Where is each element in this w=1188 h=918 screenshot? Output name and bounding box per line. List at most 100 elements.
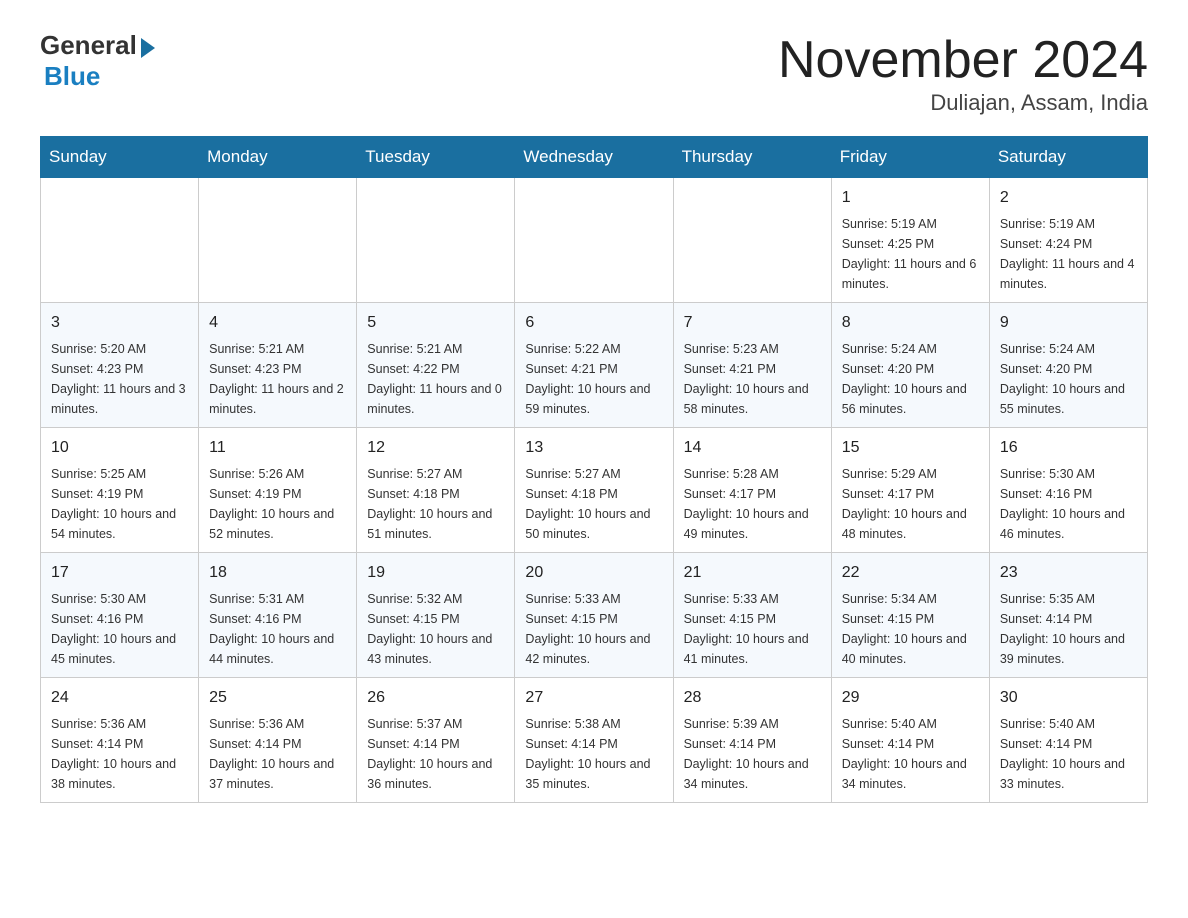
day-number: 9: [1000, 311, 1137, 335]
day-info: Sunrise: 5:25 AM Sunset: 4:19 PM Dayligh…: [51, 464, 188, 544]
day-info: Sunrise: 5:37 AM Sunset: 4:14 PM Dayligh…: [367, 714, 504, 794]
calendar-cell: 2Sunrise: 5:19 AM Sunset: 4:24 PM Daylig…: [989, 178, 1147, 303]
day-info: Sunrise: 5:29 AM Sunset: 4:17 PM Dayligh…: [842, 464, 979, 544]
day-info: Sunrise: 5:24 AM Sunset: 4:20 PM Dayligh…: [842, 339, 979, 419]
day-info: Sunrise: 5:34 AM Sunset: 4:15 PM Dayligh…: [842, 589, 979, 669]
day-info: Sunrise: 5:33 AM Sunset: 4:15 PM Dayligh…: [525, 589, 662, 669]
day-number: 21: [684, 561, 821, 585]
calendar-cell: 17 Sunrise: 5:30 AM Sunset: 4:16 PM Dayli…: [41, 553, 199, 678]
logo-arrow-icon: [141, 38, 155, 58]
calendar-cell: 29 Sunrise: 5:40 AM Sunset: 4:14 PM Dayli…: [831, 678, 989, 803]
day-info: Sunrise: 5:35 AM Sunset: 4:14 PM Dayligh…: [1000, 589, 1137, 669]
day-number: 14: [684, 436, 821, 460]
day-number: 28: [684, 686, 821, 710]
calendar-cell: 11Sunrise: 5:26 AM Sunset: 4:19 PM Dayli…: [199, 428, 357, 553]
day-info: Sunrise: 5:36 AM Sunset: 4:14 PM Dayligh…: [51, 714, 188, 794]
calendar-cell: 18 Sunrise: 5:31 AM Sunset: 4:16 PM Dayli…: [199, 553, 357, 678]
calendar-cell: 14 Sunrise: 5:28 AM Sunset: 4:17 PM Dayli…: [673, 428, 831, 553]
day-number: 17: [51, 561, 188, 585]
calendar-cell: 28 Sunrise: 5:39 AM Sunset: 4:14 PM Dayli…: [673, 678, 831, 803]
calendar-week-row: 17 Sunrise: 5:30 AM Sunset: 4:16 PM Dayli…: [41, 553, 1148, 678]
day-number: 11: [209, 436, 346, 460]
calendar-cell: 23 Sunrise: 5:35 AM Sunset: 4:14 PM Dayli…: [989, 553, 1147, 678]
day-number: 10: [51, 436, 188, 460]
day-info: Sunrise: 5:30 AM Sunset: 4:16 PM Dayligh…: [1000, 464, 1137, 544]
day-of-week-header-saturday: Saturday: [989, 137, 1147, 178]
day-number: 29: [842, 686, 979, 710]
day-info: Sunrise: 5:19 AM Sunset: 4:24 PM Dayligh…: [1000, 214, 1137, 294]
calendar-cell: [515, 178, 673, 303]
calendar-cell: 6 Sunrise: 5:22 AM Sunset: 4:21 PM Daylig…: [515, 303, 673, 428]
calendar-cell: 26Sunrise: 5:37 AM Sunset: 4:14 PM Dayli…: [357, 678, 515, 803]
day-info: Sunrise: 5:19 AM Sunset: 4:25 PM Dayligh…: [842, 214, 979, 294]
calendar-cell: [673, 178, 831, 303]
day-info: Sunrise: 5:38 AM Sunset: 4:14 PM Dayligh…: [525, 714, 662, 794]
calendar-cell: 5Sunrise: 5:21 AM Sunset: 4:22 PM Daylig…: [357, 303, 515, 428]
location-subtitle: Duliajan, Assam, India: [778, 90, 1148, 116]
day-number: 18: [209, 561, 346, 585]
calendar-week-row: 3 Sunrise: 5:20 AM Sunset: 4:23 PM Daylig…: [41, 303, 1148, 428]
logo: General Blue: [40, 30, 155, 92]
calendar-cell: 21Sunrise: 5:33 AM Sunset: 4:15 PM Dayli…: [673, 553, 831, 678]
day-number: 19: [367, 561, 504, 585]
calendar-cell: 3 Sunrise: 5:20 AM Sunset: 4:23 PM Daylig…: [41, 303, 199, 428]
day-of-week-header-tuesday: Tuesday: [357, 137, 515, 178]
day-number: 1: [842, 186, 979, 210]
day-info: Sunrise: 5:32 AM Sunset: 4:15 PM Dayligh…: [367, 589, 504, 669]
calendar-cell: 25 Sunrise: 5:36 AM Sunset: 4:14 PM Dayli…: [199, 678, 357, 803]
day-info: Sunrise: 5:40 AM Sunset: 4:14 PM Dayligh…: [842, 714, 979, 794]
day-info: Sunrise: 5:31 AM Sunset: 4:16 PM Dayligh…: [209, 589, 346, 669]
calendar-cell: [199, 178, 357, 303]
day-info: Sunrise: 5:23 AM Sunset: 4:21 PM Dayligh…: [684, 339, 821, 419]
calendar-cell: 1 Sunrise: 5:19 AM Sunset: 4:25 PM Daylig…: [831, 178, 989, 303]
day-info: Sunrise: 5:22 AM Sunset: 4:21 PM Dayligh…: [525, 339, 662, 419]
logo-blue-text: Blue: [40, 61, 155, 92]
day-of-week-header-thursday: Thursday: [673, 137, 831, 178]
day-info: Sunrise: 5:39 AM Sunset: 4:14 PM Dayligh…: [684, 714, 821, 794]
calendar-cell: [41, 178, 199, 303]
calendar-cell: 9 Sunrise: 5:24 AM Sunset: 4:20 PM Daylig…: [989, 303, 1147, 428]
title-block: November 2024 Duliajan, Assam, India: [778, 30, 1148, 116]
day-number: 23: [1000, 561, 1137, 585]
calendar-cell: 16 Sunrise: 5:30 AM Sunset: 4:16 PM Dayli…: [989, 428, 1147, 553]
day-info: Sunrise: 5:21 AM Sunset: 4:23 PM Dayligh…: [209, 339, 346, 419]
day-number: 16: [1000, 436, 1137, 460]
calendar-header-row: SundayMondayTuesdayWednesdayThursdayFrid…: [41, 137, 1148, 178]
day-number: 27: [525, 686, 662, 710]
day-info: Sunrise: 5:24 AM Sunset: 4:20 PM Dayligh…: [1000, 339, 1137, 419]
day-of-week-header-friday: Friday: [831, 137, 989, 178]
page-header: General Blue November 2024 Duliajan, Ass…: [40, 30, 1148, 116]
calendar-cell: 20Sunrise: 5:33 AM Sunset: 4:15 PM Dayli…: [515, 553, 673, 678]
day-number: 30: [1000, 686, 1137, 710]
day-number: 6: [525, 311, 662, 335]
day-number: 25: [209, 686, 346, 710]
calendar-cell: 4 Sunrise: 5:21 AM Sunset: 4:23 PM Daylig…: [199, 303, 357, 428]
day-number: 7: [684, 311, 821, 335]
calendar-cell: 24Sunrise: 5:36 AM Sunset: 4:14 PM Dayli…: [41, 678, 199, 803]
calendar-week-row: 1 Sunrise: 5:19 AM Sunset: 4:25 PM Daylig…: [41, 178, 1148, 303]
day-info: Sunrise: 5:20 AM Sunset: 4:23 PM Dayligh…: [51, 339, 188, 419]
day-info: Sunrise: 5:30 AM Sunset: 4:16 PM Dayligh…: [51, 589, 188, 669]
calendar-cell: [357, 178, 515, 303]
day-number: 4: [209, 311, 346, 335]
calendar-cell: 19 Sunrise: 5:32 AM Sunset: 4:15 PM Dayli…: [357, 553, 515, 678]
day-info: Sunrise: 5:40 AM Sunset: 4:14 PM Dayligh…: [1000, 714, 1137, 794]
day-number: 8: [842, 311, 979, 335]
day-info: Sunrise: 5:27 AM Sunset: 4:18 PM Dayligh…: [367, 464, 504, 544]
calendar-table: SundayMondayTuesdayWednesdayThursdayFrid…: [40, 136, 1148, 803]
day-number: 3: [51, 311, 188, 335]
calendar-week-row: 24Sunrise: 5:36 AM Sunset: 4:14 PM Dayli…: [41, 678, 1148, 803]
day-info: Sunrise: 5:36 AM Sunset: 4:14 PM Dayligh…: [209, 714, 346, 794]
day-of-week-header-sunday: Sunday: [41, 137, 199, 178]
calendar-cell: 15 Sunrise: 5:29 AM Sunset: 4:17 PM Dayli…: [831, 428, 989, 553]
day-info: Sunrise: 5:27 AM Sunset: 4:18 PM Dayligh…: [525, 464, 662, 544]
day-number: 15: [842, 436, 979, 460]
calendar-cell: 30 Sunrise: 5:40 AM Sunset: 4:14 PM Dayli…: [989, 678, 1147, 803]
calendar-cell: 10 Sunrise: 5:25 AM Sunset: 4:19 PM Dayli…: [41, 428, 199, 553]
day-number: 22: [842, 561, 979, 585]
calendar-cell: 22 Sunrise: 5:34 AM Sunset: 4:15 PM Dayli…: [831, 553, 989, 678]
day-info: Sunrise: 5:28 AM Sunset: 4:17 PM Dayligh…: [684, 464, 821, 544]
calendar-cell: 27 Sunrise: 5:38 AM Sunset: 4:14 PM Dayli…: [515, 678, 673, 803]
calendar-cell: 7 Sunrise: 5:23 AM Sunset: 4:21 PM Daylig…: [673, 303, 831, 428]
calendar-cell: 12Sunrise: 5:27 AM Sunset: 4:18 PM Dayli…: [357, 428, 515, 553]
